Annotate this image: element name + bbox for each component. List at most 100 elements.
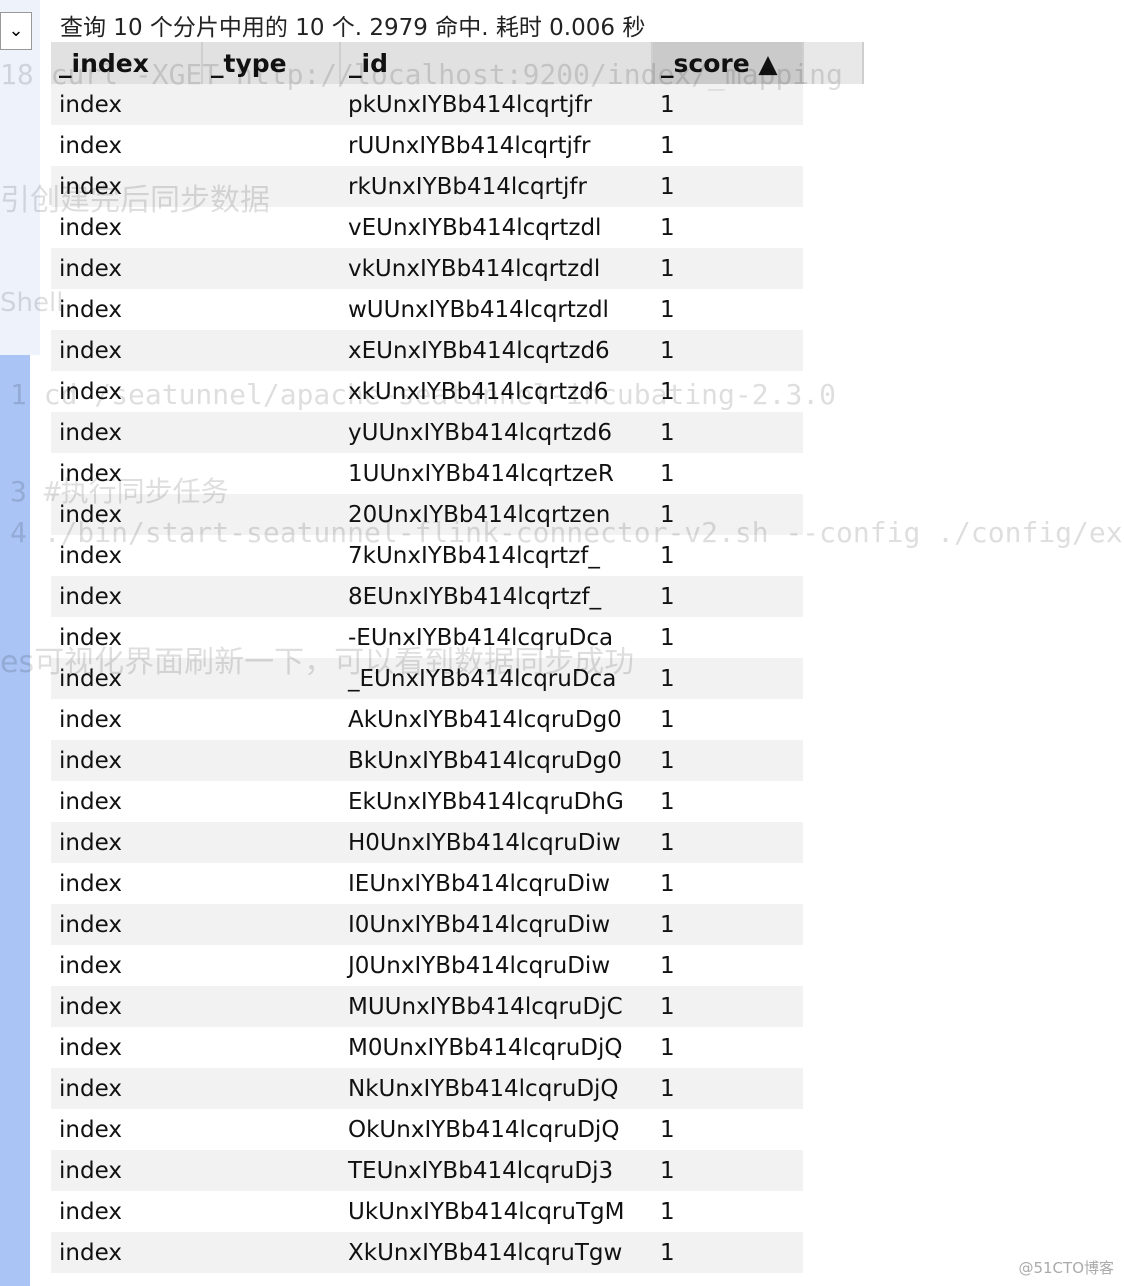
table-row[interactable]: index IEUnxIYBb414lcqruDiw 1 [51, 863, 863, 904]
cell-score: 1 [660, 952, 675, 979]
cell-score: 1 [660, 788, 675, 815]
table-header: _index _type _id _score ▲ [51, 42, 864, 84]
table-row[interactable]: index vEUnxIYBb414lcqrtzdl 1 [51, 207, 863, 248]
cell-id: 7kUnxIYBb414lcqrtzf_ [348, 542, 600, 569]
cell-type [202, 412, 340, 453]
cell-id: TEUnxIYBb414lcqruDj3 [340, 1150, 652, 1191]
cell-type [202, 576, 340, 617]
cell-index: index [59, 1034, 122, 1061]
table-row[interactable]: index wUUnxIYBb414lcqrtzdl 1 [51, 289, 863, 330]
table-row[interactable]: index MUUnxIYBb414lcqruDjC 1 [51, 986, 863, 1027]
cell-type [202, 945, 340, 986]
table-row[interactable]: index XkUnxIYBb414lcqruTgw 1 [51, 1232, 863, 1273]
cell-score: 1 [660, 214, 675, 241]
table-row[interactable]: index BkUnxIYBb414lcqruDg0 1 [51, 740, 863, 781]
cell-index: index [51, 658, 202, 699]
cell-index: index [59, 214, 122, 241]
cell-index: index [59, 624, 122, 651]
table-row[interactable]: index -EUnxIYBb414lcqruDca 1 [51, 617, 863, 658]
table-row[interactable]: index 8EUnxIYBb414lcqrtzf_ 1 [51, 576, 863, 617]
column-header-type[interactable]: _type [202, 42, 341, 84]
cell-id: EkUnxIYBb414lcqruDhG [348, 788, 624, 815]
table-row[interactable]: index AkUnxIYBb414lcqruDg0 1 [51, 699, 863, 740]
background-line-gutter [0, 355, 30, 1286]
cell-id: I0UnxIYBb414lcqruDiw [340, 904, 652, 945]
cell-score: 1 [652, 166, 803, 207]
table-row[interactable]: index UkUnxIYBb414lcqruTgM 1 [51, 1191, 863, 1232]
table-row[interactable]: index I0UnxIYBb414lcqruDiw 1 [51, 904, 863, 945]
table-row[interactable]: index _EUnxIYBb414lcqruDca 1 [51, 658, 863, 699]
cell-index: index [51, 84, 202, 125]
cell-score: 1 [652, 84, 803, 125]
table-row[interactable]: index 7kUnxIYBb414lcqrtzf_ 1 [51, 535, 863, 576]
cell-id: rkUnxIYBb414lcqrtjfr [340, 166, 652, 207]
cell-type [202, 453, 340, 494]
cell-id: BkUnxIYBb414lcqruDg0 [340, 740, 652, 781]
cell-type [202, 330, 340, 371]
cell-score: 1 [652, 1150, 803, 1191]
cell-type [202, 1068, 340, 1109]
table-row[interactable]: index pkUnxIYBb414lcqrtjfr 1 [51, 84, 863, 125]
column-header-index[interactable]: _index [51, 42, 203, 84]
table-row[interactable]: index vkUnxIYBb414lcqrtzdl 1 [51, 248, 863, 289]
cell-score: 1 [660, 870, 675, 897]
cell-index: index [51, 822, 202, 863]
cell-type [202, 207, 340, 248]
cell-score: 1 [652, 576, 803, 617]
results-table: _index _type _id _score ▲ index pkUnxIYBb… [51, 42, 864, 1273]
table-row[interactable]: index xEUnxIYBb414lcqrtzd6 1 [51, 330, 863, 371]
column-header-score[interactable]: _score ▲ [652, 42, 804, 84]
cell-index: index [51, 986, 202, 1027]
cell-id: rUUnxIYBb414lcqrtjfr [348, 132, 591, 159]
table-row[interactable]: index OkUnxIYBb414lcqruDjQ 1 [51, 1109, 863, 1150]
cell-score: 1 [652, 658, 803, 699]
cell-id: M0UnxIYBb414lcqruDjQ [348, 1034, 623, 1061]
cell-id: J0UnxIYBb414lcqruDiw [348, 952, 611, 979]
cell-type [202, 986, 340, 1027]
table-row[interactable]: index J0UnxIYBb414lcqruDiw 1 [51, 945, 863, 986]
cell-id: xkUnxIYBb414lcqrtzd6 [348, 378, 609, 405]
table-row[interactable]: index EkUnxIYBb414lcqruDhG 1 [51, 781, 863, 822]
cell-id: AkUnxIYBb414lcqruDg0 [348, 706, 622, 733]
cell-score: 1 [660, 706, 675, 733]
cell-id: 1UUnxIYBb414lcqrtzeR [348, 460, 614, 487]
cell-index: index [59, 460, 122, 487]
cell-id: UkUnxIYBb414lcqruTgM [348, 1198, 625, 1225]
table-row[interactable]: index H0UnxIYBb414lcqruDiw 1 [51, 822, 863, 863]
cell-type [202, 248, 340, 289]
cell-index: index [51, 740, 202, 781]
cell-index: index [59, 870, 122, 897]
background-panel [0, 0, 40, 355]
table-row[interactable]: index yUUnxIYBb414lcqrtzd6 1 [51, 412, 863, 453]
table-row[interactable]: index 20UnxIYBb414lcqrtzen 1 [51, 494, 863, 535]
table-row[interactable]: index NkUnxIYBb414lcqruDjQ 1 [51, 1068, 863, 1109]
table-row[interactable]: index rkUnxIYBb414lcqrtjfr 1 [51, 166, 863, 207]
cell-index: index [59, 378, 122, 405]
cell-score: 1 [660, 1034, 675, 1061]
cell-type [202, 84, 340, 125]
table-row[interactable]: index xkUnxIYBb414lcqrtzd6 1 [51, 371, 863, 412]
table-row[interactable]: index rUUnxIYBb414lcqrtjfr 1 [51, 125, 863, 166]
cell-score: 1 [660, 542, 675, 569]
table-row[interactable]: index TEUnxIYBb414lcqruDj3 1 [51, 1150, 863, 1191]
cell-type [202, 125, 340, 166]
table-row[interactable]: index 1UUnxIYBb414lcqrtzeR 1 [51, 453, 863, 494]
cell-type [202, 863, 340, 904]
cell-index: index [59, 132, 122, 159]
column-header-id[interactable]: _id [340, 42, 653, 84]
cell-id: wUUnxIYBb414lcqrtzdl [348, 296, 609, 323]
cell-score: 1 [660, 460, 675, 487]
cell-type [202, 535, 340, 576]
dropdown-toggle[interactable]: ⌄ [0, 12, 32, 50]
cell-score: 1 [652, 494, 803, 535]
query-summary: 查询 10 个分片中用的 10 个. 2979 命中. 耗时 0.006 秒 [60, 15, 646, 41]
cell-score: 1 [652, 1068, 803, 1109]
cell-type [202, 904, 340, 945]
table-row[interactable]: index M0UnxIYBb414lcqruDjQ 1 [51, 1027, 863, 1068]
cell-id: -EUnxIYBb414lcqruDca [348, 624, 614, 651]
cell-id: H0UnxIYBb414lcqruDiw [340, 822, 652, 863]
cell-id: xEUnxIYBb414lcqrtzd6 [340, 330, 652, 371]
cell-id: XkUnxIYBb414lcqruTgw [340, 1232, 652, 1273]
cell-index: index [59, 296, 122, 323]
cell-index: index [51, 1150, 202, 1191]
